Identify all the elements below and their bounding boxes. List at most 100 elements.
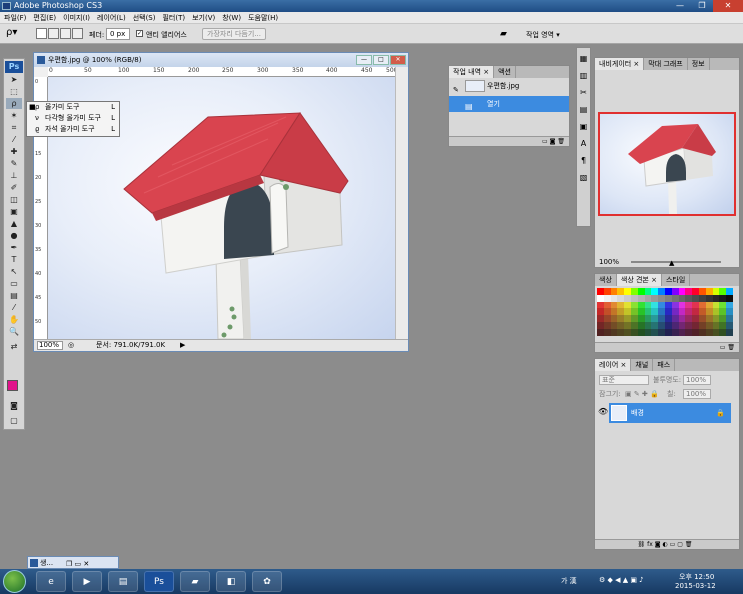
color-swatch[interactable]: [630, 315, 638, 322]
menu-image[interactable]: 이미지(I): [63, 12, 90, 23]
blur-tool-icon[interactable]: ▲: [6, 218, 22, 229]
color-swatch[interactable]: [678, 294, 686, 302]
delete-swatch-icon[interactable]: 🗑: [727, 344, 735, 351]
crop-tool-icon[interactable]: ⌗: [6, 122, 22, 133]
color-swatch[interactable]: [692, 308, 699, 316]
color-swatch[interactable]: [630, 294, 638, 302]
color-swatch[interactable]: [726, 321, 733, 329]
color-swatch[interactable]: [617, 288, 625, 295]
paragraph-mark-icon[interactable]: ¶: [577, 154, 590, 167]
add-selection-icon[interactable]: [48, 28, 59, 39]
color-swatch[interactable]: [719, 301, 727, 309]
color-swatch[interactable]: [603, 288, 611, 295]
screen-mode-icon[interactable]: ▢: [6, 415, 22, 426]
quick-mask-icon[interactable]: ◙: [6, 400, 22, 411]
paragraph-panel-icon[interactable]: ▣: [577, 120, 590, 133]
color-swatch[interactable]: [597, 288, 604, 295]
flyout-magnetic-lasso-tool[interactable]: ϱ 자석 올가미 도구 L: [27, 124, 119, 135]
brushes-panel-icon[interactable]: ▦: [577, 52, 590, 65]
color-swatch[interactable]: [671, 308, 679, 316]
color-swatch[interactable]: [644, 288, 652, 295]
color-swatch[interactable]: [603, 321, 611, 329]
new-group-icon[interactable]: ▭: [670, 541, 676, 548]
refine-edge-button[interactable]: 가장자리 다듬기...: [202, 28, 266, 40]
doc-close-button[interactable]: ✕: [390, 55, 406, 65]
color-swatch[interactable]: [685, 328, 693, 336]
start-button[interactable]: [3, 570, 26, 593]
flyout-lasso-tool[interactable]: ■ ρ 올가미 도구 L: [27, 102, 119, 113]
lock-options-icon[interactable]: ▣ ✎ ✚ 🔒: [625, 387, 659, 401]
delete-layer-icon[interactable]: 🗑: [685, 541, 693, 548]
color-swatch[interactable]: [603, 308, 611, 316]
menu-help[interactable]: 도움말(H): [248, 12, 278, 23]
shape-tool-icon[interactable]: ▭: [6, 278, 22, 289]
clone-source-panel-icon[interactable]: ▤: [577, 103, 590, 116]
tab-history[interactable]: 작업 내역 ×: [449, 66, 495, 78]
color-swatch[interactable]: [637, 321, 645, 329]
gradient-tool-icon[interactable]: ▣: [6, 206, 22, 217]
color-swatch[interactable]: [726, 301, 733, 309]
color-swatch[interactable]: [644, 328, 652, 336]
color-swatch[interactable]: [624, 301, 631, 309]
new-snapshot-icon[interactable]: ◙: [550, 138, 556, 145]
status-options-icon[interactable]: ◎: [68, 340, 74, 351]
antialias-checkbox[interactable]: ✓: [136, 30, 143, 37]
color-swatch[interactable]: [597, 321, 604, 329]
color-swatch[interactable]: [624, 308, 631, 316]
tab-color[interactable]: 색상: [595, 274, 617, 286]
color-swatch[interactable]: [617, 315, 625, 322]
color-swatch[interactable]: [671, 301, 679, 309]
color-swatch[interactable]: [658, 321, 665, 329]
color-swatch[interactable]: [705, 301, 713, 309]
color-swatch[interactable]: [630, 308, 638, 316]
menu-filter[interactable]: 필터(T): [162, 12, 185, 23]
doc-minimize-button[interactable]: —: [356, 55, 372, 65]
minimized-document-window[interactable]: 생... ❐ ▭ ✕: [27, 556, 119, 569]
layer-row-background[interactable]: 배경 🔒: [609, 403, 731, 423]
color-swatch[interactable]: [597, 328, 604, 336]
color-swatch[interactable]: [610, 301, 618, 309]
color-swatch[interactable]: [658, 328, 665, 336]
menu-layer[interactable]: 레이어(L): [97, 12, 126, 23]
color-swatch[interactable]: [651, 321, 659, 329]
magic-wand-tool-icon[interactable]: ✶: [6, 110, 22, 121]
brush-tool-icon[interactable]: ✎: [6, 158, 22, 169]
color-swatch[interactable]: [597, 294, 604, 302]
navigator-zoom-slider[interactable]: [631, 261, 721, 263]
color-swatch[interactable]: [671, 321, 679, 329]
color-swatch[interactable]: [712, 288, 720, 295]
color-swatch[interactable]: [726, 315, 733, 322]
color-swatch[interactable]: [712, 294, 720, 302]
color-swatch[interactable]: [671, 288, 679, 295]
color-swatch[interactable]: [671, 315, 679, 322]
internet-explorer-icon[interactable]: e: [36, 571, 66, 592]
color-swatch[interactable]: [630, 321, 638, 329]
color-swatch[interactable]: [637, 288, 645, 295]
layer-style-icon[interactable]: fx: [647, 541, 653, 548]
workspace-menu[interactable]: 작업 영역 ▾: [526, 30, 560, 40]
tab-styles[interactable]: 스타일: [662, 274, 691, 286]
color-swatch[interactable]: [698, 315, 706, 322]
color-swatch[interactable]: [705, 315, 713, 322]
feather-input[interactable]: 0 px: [106, 28, 130, 40]
move-tool-icon[interactable]: ➤: [6, 74, 22, 85]
dodge-tool-icon[interactable]: ●: [6, 230, 22, 241]
color-swatch[interactable]: [698, 301, 706, 309]
layer-visibility-eye-icon[interactable]: 👁: [598, 407, 608, 416]
color-swatch[interactable]: [726, 328, 733, 336]
new-document-from-state-icon[interactable]: ▭: [542, 138, 548, 145]
color-swatch[interactable]: [651, 288, 659, 295]
color-swatch[interactable]: [685, 321, 693, 329]
healing-brush-tool-icon[interactable]: ✚: [6, 146, 22, 157]
color-swatch[interactable]: [698, 308, 706, 316]
color-swatch[interactable]: [610, 294, 618, 302]
color-swatch[interactable]: [603, 328, 611, 336]
eraser-tool-icon[interactable]: ◫: [6, 194, 22, 205]
color-swatch[interactable]: [719, 294, 727, 302]
color-swatch[interactable]: [719, 315, 727, 322]
clone-stamp-tool-icon[interactable]: ⊥: [6, 170, 22, 181]
color-swatch[interactable]: [664, 288, 672, 295]
tab-layers[interactable]: 레이어 ×: [595, 359, 632, 371]
color-swatch[interactable]: [698, 328, 706, 336]
info-panel-icon[interactable]: ▧: [577, 171, 590, 184]
